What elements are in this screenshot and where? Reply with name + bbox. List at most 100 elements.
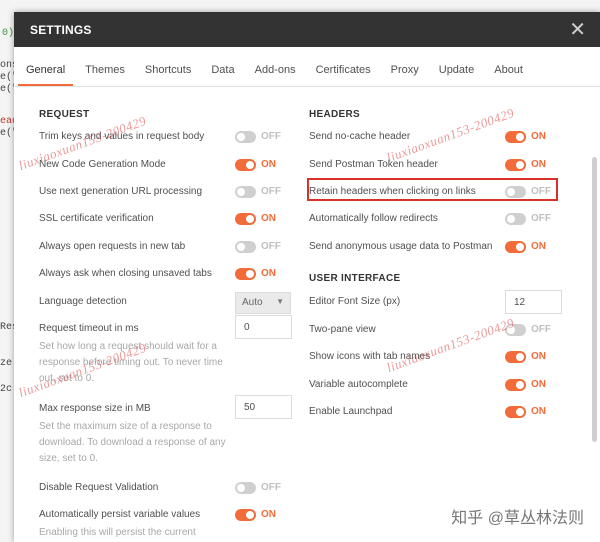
setting-var-autocomplete: Variable autocomplete ON [309, 377, 559, 395]
setting-label: Two-pane view [309, 324, 376, 335]
toggle-state: ON [531, 406, 546, 417]
setting-language-detection: Language detection Auto ▼ [39, 292, 299, 314]
toggle-state: ON [531, 241, 546, 252]
setting-next-gen-url: Use next generation URL processing OFF [39, 184, 299, 202]
setting-max-response: Max response size in MB 50 Set the maxim… [39, 395, 299, 464]
setting-trim-keys: Trim keys and values in request body OFF [39, 129, 299, 147]
show-icons-toggle[interactable] [505, 351, 526, 363]
max-response-input[interactable]: 50 [235, 395, 292, 419]
setting-label: Send Postman Token header [309, 159, 438, 170]
setting-new-codegen: New Code Generation Mode ON [39, 157, 299, 175]
toggle-state: OFF [261, 186, 281, 197]
modal-title: SETTINGS [30, 22, 92, 37]
setting-label: New Code Generation Mode [39, 159, 166, 170]
settings-content: REQUEST Trim keys and values in request … [14, 87, 600, 542]
new-codegen-toggle[interactable] [235, 159, 256, 171]
setting-ask-closing: Always ask when closing unsaved tabs ON [39, 266, 299, 284]
bg-code-fragment: 0) [2, 28, 15, 39]
var-autocomplete-toggle[interactable] [505, 379, 526, 391]
ask-closing-toggle[interactable] [235, 268, 256, 280]
setting-label: Variable autocomplete [309, 379, 408, 390]
launchpad-toggle[interactable] [505, 406, 526, 418]
toggle-state: ON [261, 159, 276, 170]
toggle-state: OFF [531, 213, 551, 224]
toggle-state: ON [531, 159, 546, 170]
no-cache-toggle[interactable] [505, 131, 526, 143]
toggle-state: OFF [261, 241, 281, 252]
trim-keys-toggle[interactable] [235, 131, 256, 143]
request-section-title: REQUEST [39, 109, 90, 120]
setting-two-pane: Two-pane view OFF [309, 322, 559, 340]
open-new-tab-toggle[interactable] [235, 241, 256, 253]
setting-description: Set the maximum size of a response to do… [39, 421, 226, 464]
tab-certificates[interactable]: Certificates [308, 64, 379, 86]
setting-launchpad: Enable Launchpad ON [309, 404, 559, 422]
setting-ssl-verify: SSL certificate verification ON [39, 211, 299, 229]
headers-section-title: HEADERS [309, 109, 360, 120]
setting-disable-validation: Disable Request Validation OFF [39, 480, 299, 498]
setting-label: Always ask when closing unsaved tabs [39, 268, 212, 279]
setting-anon-usage: Send anonymous usage data to Postman ON [309, 239, 559, 257]
setting-label: Trim keys and values in request body [39, 131, 205, 142]
tab-proxy[interactable]: Proxy [383, 64, 427, 86]
setting-label: Max response size in MB [39, 403, 151, 414]
settings-tabs: General Themes Shortcuts Data Add-ons Ce… [14, 47, 600, 87]
setting-follow-redirects: Automatically follow redirects OFF [309, 211, 559, 229]
toggle-state: OFF [531, 324, 551, 335]
language-detection-select[interactable]: Auto ▼ [235, 292, 291, 314]
tab-themes[interactable]: Themes [77, 64, 133, 86]
setting-no-cache: Send no-cache header ON [309, 129, 559, 147]
disable-validation-toggle[interactable] [235, 482, 256, 494]
setting-label: Automatically follow redirects [309, 213, 438, 224]
close-icon[interactable]: ✕ [569, 20, 586, 40]
toggle-state: ON [531, 379, 546, 390]
setting-label: Send no-cache header [309, 131, 411, 142]
tab-add-ons[interactable]: Add-ons [247, 64, 304, 86]
editor-font-input[interactable]: 12 [505, 290, 562, 314]
tab-update[interactable]: Update [431, 64, 482, 86]
scrollbar[interactable] [592, 157, 597, 442]
setting-show-icons: Show icons with tab names ON [309, 349, 559, 367]
setting-request-timeout: Request timeout in ms 0 Set how long a r… [39, 315, 299, 384]
request-timeout-input[interactable]: 0 [235, 315, 292, 339]
settings-modal: SETTINGS ✕ General Themes Shortcuts Data… [14, 12, 600, 542]
setting-label: Send anonymous usage data to Postman [309, 241, 493, 252]
toggle-state: OFF [261, 482, 281, 493]
follow-redirects-toggle[interactable] [505, 213, 526, 225]
ssl-verify-toggle[interactable] [235, 213, 256, 225]
toggle-state: ON [261, 509, 276, 520]
postman-token-toggle[interactable] [505, 159, 526, 171]
toggle-state: ON [261, 268, 276, 279]
setting-persist-vars: Automatically persist variable values ON… [39, 507, 299, 538]
setting-editor-font: Editor Font Size (px) 12 [309, 290, 562, 314]
tab-general[interactable]: General [18, 64, 74, 86]
setting-label: Disable Request Validation [39, 482, 159, 493]
persist-vars-toggle[interactable] [235, 509, 256, 521]
toggle-state: ON [531, 131, 546, 142]
bg-code-fragment: ze [0, 358, 13, 369]
anon-usage-toggle[interactable] [505, 241, 526, 253]
zhihu-logo-mark: 知乎 @草丛林法则 [451, 510, 584, 527]
tab-shortcuts[interactable]: Shortcuts [137, 64, 199, 86]
tab-data[interactable]: Data [203, 64, 242, 86]
tab-about[interactable]: About [486, 64, 531, 86]
setting-label: Request timeout in ms [39, 323, 139, 334]
toggle-state: OFF [261, 131, 281, 142]
toggle-state: ON [261, 213, 276, 224]
setting-label: Always open requests in new tab [39, 241, 186, 252]
modal-header: SETTINGS ✕ [14, 12, 600, 47]
setting-label: Show icons with tab names [309, 351, 431, 362]
bg-code-fragment: 2c [0, 384, 13, 395]
setting-label: Editor Font Size (px) [309, 296, 401, 307]
setting-description: Set how long a request should wait for a… [39, 341, 223, 384]
setting-description: Enabling this will persist the current [39, 527, 196, 538]
two-pane-toggle[interactable] [505, 324, 526, 336]
next-gen-url-toggle[interactable] [235, 186, 256, 198]
setting-label: Enable Launchpad [309, 406, 393, 417]
setting-open-new-tab: Always open requests in new tab OFF [39, 239, 299, 257]
toggle-state: ON [531, 351, 546, 362]
setting-label: Automatically persist variable values [39, 509, 201, 520]
ui-section-title: USER INTERFACE [309, 273, 401, 284]
setting-label: Use next generation URL processing [39, 186, 203, 197]
select-value: Auto [242, 297, 263, 308]
